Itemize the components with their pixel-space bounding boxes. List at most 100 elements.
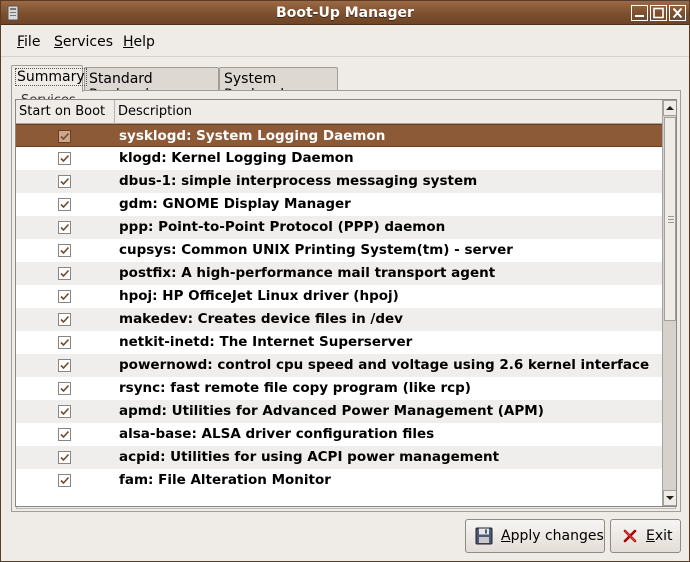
start-on-boot-checkbox[interactable] xyxy=(58,451,71,464)
checkmark-icon xyxy=(60,177,70,186)
exit-rest: xit xyxy=(654,528,673,544)
start-on-boot-checkbox[interactable] xyxy=(58,198,71,211)
checkmark-icon xyxy=(60,384,70,393)
service-description: gdm: GNOME Display Manager xyxy=(119,196,351,212)
service-description: acpid: Utilities for using ACPI power ma… xyxy=(119,449,500,465)
apply-changes-button[interactable]: Apply changes xyxy=(465,519,605,553)
column-header-description[interactable]: Description xyxy=(115,100,662,124)
start-on-boot-checkbox[interactable] xyxy=(58,405,71,418)
thumb-grip-line xyxy=(668,222,674,223)
services-table[interactable]: Start on Boot Description sysklogd: Syst… xyxy=(15,99,677,507)
menu-services[interactable]: Services xyxy=(54,34,113,50)
menu-services-label: ervices xyxy=(62,34,114,50)
scroll-down-arrow-icon xyxy=(666,496,674,500)
service-description: apmd: Utilities for Advanced Power Manag… xyxy=(119,403,544,419)
table-row[interactable]: ppp: Point-to-Point Protocol (PPP) daemo… xyxy=(16,216,662,239)
scroll-down-button[interactable] xyxy=(663,490,676,506)
menu-help-mnemonic: H xyxy=(123,34,134,50)
service-description: fam: File Alteration Monitor xyxy=(119,472,331,488)
service-description: ppp: Point-to-Point Protocol (PPP) daemo… xyxy=(119,219,446,235)
apply-changes-label: Apply changes xyxy=(501,528,604,544)
table-row[interactable]: postfix: A high-performance mail transpo… xyxy=(16,262,662,285)
tab-standard-runlevels[interactable]: Standard Runlevels xyxy=(84,67,219,103)
checkmark-icon xyxy=(60,407,70,416)
start-on-boot-checkbox[interactable] xyxy=(58,221,71,234)
maximize-button[interactable] xyxy=(650,5,667,21)
exit-mnemonic: E xyxy=(646,528,655,544)
checkmark-icon xyxy=(60,269,70,278)
table-row[interactable]: apmd: Utilities for Advanced Power Manag… xyxy=(16,400,662,423)
table-row[interactable]: acpid: Utilities for using ACPI power ma… xyxy=(16,446,662,469)
service-description: netkit-inetd: The Internet Superserver xyxy=(119,334,413,350)
service-description: sysklogd: System Logging Daemon xyxy=(119,128,386,144)
apply-rest: pply changes xyxy=(510,528,604,544)
start-on-boot-checkbox[interactable] xyxy=(58,244,71,257)
scroll-up-button[interactable] xyxy=(663,100,676,116)
menu-help[interactable]: Help xyxy=(123,34,155,50)
start-on-boot-checkbox[interactable] xyxy=(58,382,71,395)
service-description: dbus-1: simple interprocess messaging sy… xyxy=(119,173,478,189)
minimize-button[interactable] xyxy=(631,5,648,21)
start-on-boot-checkbox[interactable] xyxy=(58,359,71,372)
table-row[interactable]: netkit-inetd: The Internet Superserver xyxy=(16,331,662,354)
checkmark-icon xyxy=(60,315,70,324)
checkmark-icon xyxy=(60,476,70,485)
service-description: klogd: Kernel Logging Daemon xyxy=(119,150,354,166)
table-row[interactable]: sysklogd: System Logging Daemon xyxy=(16,124,662,147)
menu-file[interactable]: File xyxy=(17,34,40,50)
table-row[interactable]: fam: File Alteration Monitor xyxy=(16,469,662,492)
vertical-scrollbar[interactable] xyxy=(662,100,676,506)
table-row[interactable]: gdm: GNOME Display Manager xyxy=(16,193,662,216)
tab-summary-label: Summary xyxy=(15,68,87,86)
close-window-button[interactable] xyxy=(669,5,686,21)
start-on-boot-checkbox[interactable] xyxy=(58,428,71,441)
checkmark-icon xyxy=(60,246,70,255)
service-description: makedev: Creates device files in /dev xyxy=(119,311,403,327)
table-row[interactable]: hpoj: HP OfficeJet Linux driver (hpoj) xyxy=(16,285,662,308)
start-on-boot-checkbox[interactable] xyxy=(58,152,71,165)
table-row[interactable]: powernowd: control cpu speed and voltage… xyxy=(16,354,662,377)
app-window: Boot-Up Manager File Services Help Summa… xyxy=(0,0,690,562)
checkmark-icon xyxy=(60,338,70,347)
menu-services-mnemonic: S xyxy=(54,34,63,50)
column-header-start-on-boot[interactable]: Start on Boot xyxy=(16,100,115,124)
start-on-boot-checkbox[interactable] xyxy=(58,175,71,188)
tab-summary[interactable]: Summary xyxy=(11,65,87,92)
close-icon xyxy=(672,7,683,19)
table-row[interactable]: klogd: Kernel Logging Daemon xyxy=(16,147,662,170)
table-row[interactable]: rsync: fast remote file copy program (li… xyxy=(16,377,662,400)
checkmark-icon xyxy=(60,453,70,462)
exit-button[interactable]: Exit xyxy=(610,519,681,553)
service-description: hpoj: HP OfficeJet Linux driver (hpoj) xyxy=(119,288,399,304)
checkmark-icon xyxy=(60,292,70,301)
checkmark-icon xyxy=(60,223,70,232)
table-row[interactable]: alsa-base: ALSA driver configuration fil… xyxy=(16,423,662,446)
tab-system-runlevel[interactable]: System Runlevel xyxy=(219,67,338,103)
maximize-icon xyxy=(653,7,664,19)
title-bar[interactable]: Boot-Up Manager xyxy=(1,1,689,25)
menu-help-label: elp xyxy=(133,34,155,50)
close-x-icon xyxy=(622,528,638,548)
scrollbar-thumb[interactable] xyxy=(664,117,676,321)
start-on-boot-checkbox[interactable] xyxy=(58,474,71,487)
summary-panel: Services Start on Boot Description syskl… xyxy=(11,90,681,512)
checkmark-icon xyxy=(60,430,70,439)
start-on-boot-checkbox[interactable] xyxy=(58,267,71,280)
start-on-boot-checkbox[interactable] xyxy=(58,313,71,326)
save-icon xyxy=(475,527,493,549)
thumb-grip-line xyxy=(668,216,674,217)
checkmark-icon xyxy=(60,361,70,370)
start-on-boot-checkbox[interactable] xyxy=(58,130,71,143)
start-on-boot-checkbox[interactable] xyxy=(58,336,71,349)
table-row[interactable]: cupsys: Common UNIX Printing System(tm) … xyxy=(16,239,662,262)
start-on-boot-checkbox[interactable] xyxy=(58,290,71,303)
checkmark-icon xyxy=(60,154,70,163)
table-row[interactable]: dbus-1: simple interprocess messaging sy… xyxy=(16,170,662,193)
service-description: cupsys: Common UNIX Printing System(tm) … xyxy=(119,242,513,258)
minimize-icon xyxy=(635,15,644,17)
thumb-grip-line xyxy=(668,219,674,220)
exit-label: Exit xyxy=(646,528,673,544)
table-row[interactable]: makedev: Creates device files in /dev xyxy=(16,308,662,331)
service-description: alsa-base: ALSA driver configuration fil… xyxy=(119,426,435,442)
service-description: powernowd: control cpu speed and voltage… xyxy=(119,357,650,373)
